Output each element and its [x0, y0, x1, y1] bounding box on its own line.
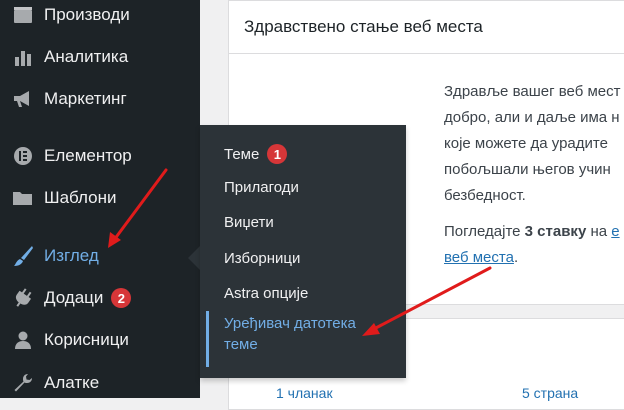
- paintbrush-icon: [10, 243, 36, 269]
- sidebar-item-templates[interactable]: Шаблони: [0, 180, 200, 216]
- analytics-icon: [10, 44, 36, 70]
- card-header: Здравствено стање веб места: [229, 1, 624, 54]
- sidebar-item-plugins[interactable]: Додаци 2: [0, 280, 200, 316]
- sidebar-item-label: Шаблони: [44, 188, 117, 207]
- site-health-items-text: Погледајте 3 ставку на e веб места.: [444, 223, 620, 266]
- sidebar-item-users[interactable]: Корисници: [0, 322, 200, 358]
- current-item-indicator: [206, 311, 209, 367]
- submenu-item-menus[interactable]: Изборници: [224, 250, 300, 267]
- submenu-item-themes[interactable]: Теме 1: [224, 144, 288, 164]
- appearance-submenu: Теме 1 Прилагоди Виџети Изборници Astra …: [200, 125, 406, 378]
- elementor-icon: [10, 143, 36, 169]
- card-title: Здравствено стање веб места: [244, 17, 483, 36]
- site-health-link[interactable]: веб места: [444, 249, 514, 266]
- flyout-pointer: [188, 246, 200, 270]
- sidebar-item-label: Аналитика: [44, 47, 129, 66]
- sidebar-item-label: Маркетинг: [44, 89, 127, 108]
- sidebar-item-label: Производи: [44, 5, 130, 24]
- site-health-link-start[interactable]: e: [611, 223, 619, 240]
- sidebar-item-label: Додаци: [44, 288, 104, 307]
- user-icon: [10, 327, 36, 353]
- sidebar-item-label: Корисници: [44, 330, 129, 349]
- sidebar-item-marketing[interactable]: Маркетинг: [0, 81, 200, 117]
- megaphone-icon: [10, 86, 36, 112]
- admin-sidebar: Производи Аналитика Маркетинг Елементор …: [0, 0, 200, 398]
- site-health-description: Здравље вашег веб мест добро, али и даље…: [444, 83, 621, 204]
- plugins-update-badge: 2: [111, 288, 132, 308]
- sidebar-item-label: Алатке: [44, 373, 100, 392]
- folder-icon: [10, 185, 36, 211]
- themes-update-badge: 1: [267, 144, 288, 164]
- submenu-item-customize[interactable]: Прилагоди: [224, 179, 299, 196]
- submenu-item-astra-options[interactable]: Astra опције: [224, 285, 308, 302]
- sidebar-item-elementor[interactable]: Елементор: [0, 138, 200, 174]
- sidebar-item-label: Елементор: [44, 146, 132, 165]
- sidebar-item-analytics[interactable]: Аналитика: [0, 39, 200, 75]
- posts-count-link[interactable]: 1 чланак: [276, 385, 333, 401]
- sidebar-item-label: Изглед: [44, 246, 99, 265]
- pages-count-link[interactable]: 5 страна: [522, 385, 578, 401]
- plugin-icon: [10, 285, 36, 311]
- submenu-item-widgets[interactable]: Виџети: [224, 214, 274, 231]
- sidebar-item-products[interactable]: Производи: [0, 0, 200, 33]
- submenu-item-theme-file-editor[interactable]: Уређивач датотека теме: [224, 313, 356, 355]
- sidebar-item-tools[interactable]: Алатке: [0, 365, 200, 401]
- products-icon: [10, 2, 36, 28]
- sidebar-item-appearance[interactable]: Изглед: [0, 238, 200, 274]
- wrench-icon: [10, 370, 36, 396]
